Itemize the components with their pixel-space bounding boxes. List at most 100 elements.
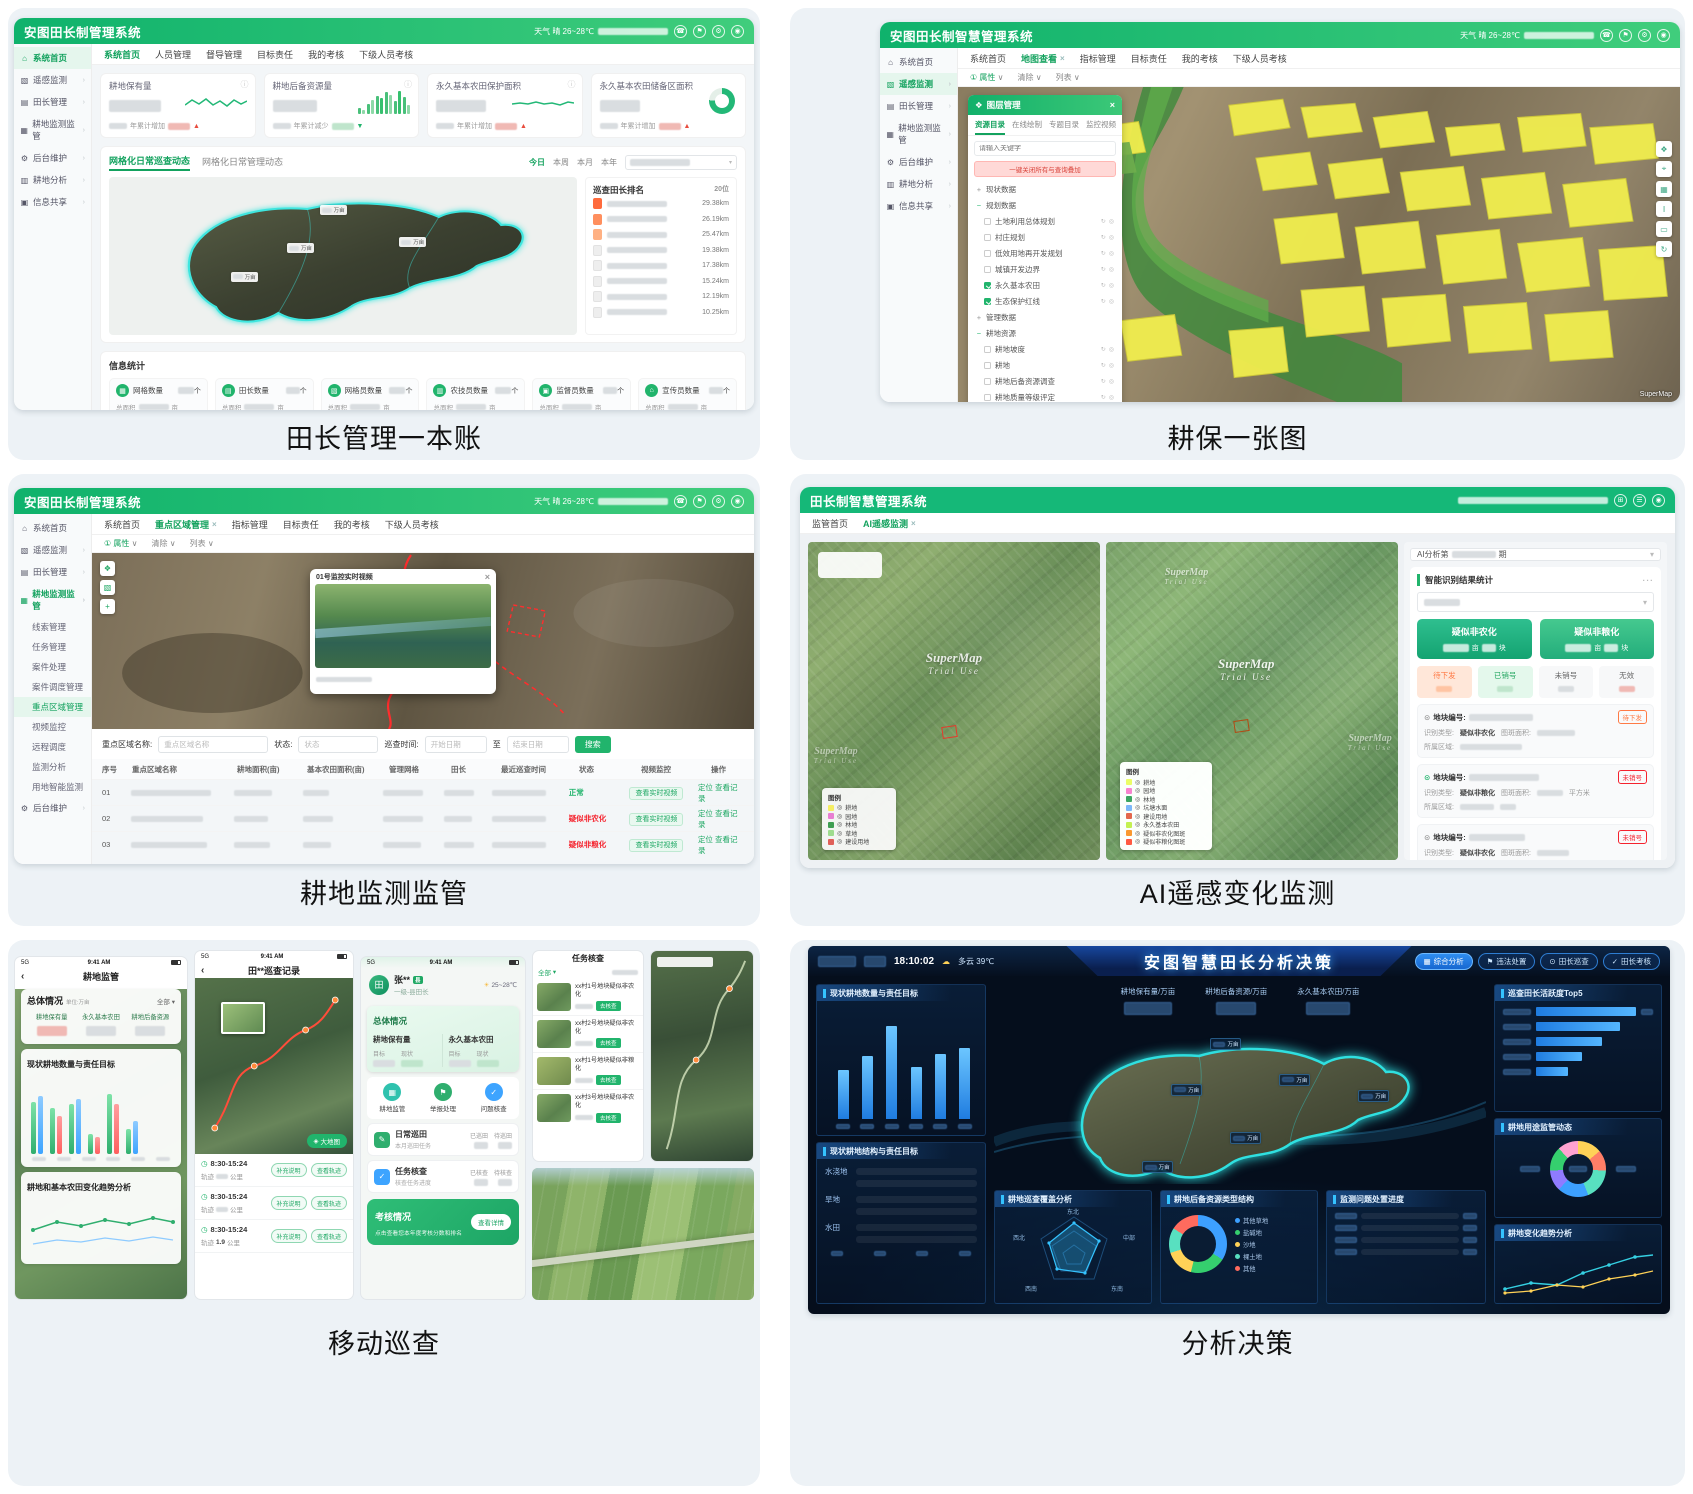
badge-open[interactable]: 未销号 — [1618, 830, 1648, 844]
sidebar-sub-dispatch[interactable]: 案件调度管理 — [14, 677, 91, 697]
sidebar-item-share[interactable]: ▣信息共享› — [880, 195, 957, 217]
ranking-row[interactable]: 19.38km — [593, 243, 729, 259]
feature-farmland-monitor[interactable]: ▦耕地监管 — [367, 1083, 418, 1113]
split-tool[interactable]: ▧ — [100, 580, 115, 595]
tab-myexam[interactable]: 我的考核 — [308, 48, 344, 61]
sidebar-item-admin[interactable]: ⚙后台维护› — [880, 151, 957, 173]
refresh-icon[interactable]: ↻ — [1101, 250, 1106, 257]
refresh-icon[interactable]: ↻ — [1101, 394, 1106, 401]
filter-year[interactable]: 本年 — [601, 157, 617, 168]
sidebar-item-remote[interactable]: ▧遥感监测› — [880, 73, 957, 95]
filter-today[interactable]: 今日 — [529, 157, 545, 168]
view-track-button[interactable]: 查看轨迹 — [311, 1163, 347, 1177]
sidebar-item-monitor[interactable]: ▦耕地监测监管› — [14, 583, 91, 617]
close-tab-icon[interactable]: × — [212, 520, 217, 529]
eye-icon[interactable]: ◎ — [1109, 378, 1114, 385]
eye-icon[interactable]: ◎ — [1109, 362, 1114, 369]
power-icon[interactable]: ◉ — [731, 25, 744, 38]
gear-icon[interactable]: ⚙ — [712, 25, 725, 38]
badge-pending[interactable]: 待下发 — [1618, 710, 1648, 724]
filter-week[interactable]: 本周 — [553, 157, 569, 168]
sidebar-sub-analysis[interactable]: 监测分析 — [14, 757, 91, 777]
note-button[interactable]: 补充说明 — [271, 1196, 307, 1210]
big-map-button[interactable]: ◈大地图 — [307, 1134, 348, 1148]
nav-comprehensive[interactable]: ▦综合分析 — [1415, 953, 1473, 970]
close-tab-icon[interactable]: × — [1060, 54, 1065, 63]
go-check-button[interactable]: 去核查 — [596, 1075, 621, 1085]
tree-group-arable[interactable]: −耕地资源 — [968, 325, 1122, 341]
legend-tool[interactable]: ▦ — [1656, 181, 1672, 197]
close-icon[interactable]: × — [1110, 100, 1115, 110]
tab-video[interactable]: 监控视频 — [1086, 119, 1116, 135]
parcel-item[interactable]: ⊙地块编号:待下发 识别类型:疑似非农化图斑面积: 所属区域: — [1417, 704, 1654, 758]
tab-myexam[interactable]: 我的考核 — [1182, 52, 1218, 65]
sidebar-item-admin[interactable]: ⚙后台维护› — [14, 147, 91, 169]
tab-monitor-home[interactable]: 监管首页 — [812, 517, 848, 530]
checkbox[interactable] — [984, 218, 991, 225]
eye-icon[interactable]: ◎ — [1109, 218, 1114, 225]
layer-item[interactable]: 生态保护红线↻◎ — [968, 293, 1122, 309]
bell-icon[interactable]: ⚑ — [693, 495, 706, 508]
layer-item[interactable]: 土地利用总体规划↻◎ — [968, 213, 1122, 229]
view-track-button[interactable]: 查看轨迹 — [311, 1196, 347, 1210]
feature-report-handle[interactable]: ⚑举报处理 — [418, 1083, 469, 1113]
measure-tool[interactable]: ⌖ — [1656, 161, 1672, 177]
ai-period-select[interactable]: AI分析第期▾ — [1410, 548, 1661, 561]
tab-myexam[interactable]: 我的考核 — [334, 518, 370, 531]
bell-icon[interactable]: ⚑ — [693, 25, 706, 38]
go-check-button[interactable]: 去核查 — [596, 1001, 621, 1011]
sidebar-item-monitor[interactable]: ▦耕地监测监管› — [14, 113, 91, 147]
refresh-icon[interactable]: ↻ — [1101, 378, 1106, 385]
locate-link[interactable]: 定位 — [698, 783, 713, 792]
assessment-card[interactable]: 考核情况点击查看您本年度考核分数和排名 查看详情 — [367, 1199, 519, 1245]
eye-icon[interactable]: ◎ — [1109, 234, 1114, 241]
more-icon[interactable]: ··· — [1643, 575, 1655, 585]
tab-home[interactable]: 系统首页 — [104, 48, 140, 61]
info-icon[interactable]: ⓘ — [241, 79, 249, 90]
sidebar-item-admin[interactable]: ⚙后台维护› — [14, 797, 91, 819]
attribute-tool[interactable]: ① 属性 ∨ — [104, 538, 138, 549]
tab-target[interactable]: 目标责任 — [283, 518, 319, 531]
go-check-button[interactable]: 去核查 — [596, 1038, 621, 1048]
checkbox[interactable] — [984, 266, 991, 273]
tab-key-regions[interactable]: 重点区域管理× — [155, 518, 217, 531]
sidebar-sub-remote-dispatch[interactable]: 远程调度 — [14, 737, 91, 757]
tab-home[interactable]: 系统首页 — [970, 52, 1006, 65]
chip-pending[interactable]: 待下发 — [1417, 666, 1472, 698]
tree-group-current[interactable]: +现状数据 — [968, 181, 1122, 197]
ranking-row[interactable]: 15.24km — [593, 274, 729, 290]
close-icon[interactable]: × — [485, 572, 490, 582]
sidebar-sub-key-regions[interactable]: 重点区域管理 — [14, 697, 91, 717]
back-icon[interactable]: ‹ — [201, 965, 211, 976]
power-icon[interactable]: ◉ — [1657, 29, 1670, 42]
refresh-icon[interactable]: ↻ — [1101, 298, 1106, 305]
satellite-after-image[interactable]: SuperMapTrial Use SuperMapTrial Use Supe… — [1106, 542, 1398, 860]
close-all-layers-button[interactable]: 一键关闭所有与查询叠加 — [974, 161, 1116, 177]
parcel-item[interactable]: ⊙地块编号:未销号 识别类型:疑似非粮化图斑面积:平方米 所属区域: — [1417, 764, 1654, 818]
sidebar-sub-tasks[interactable]: 任务管理 — [14, 637, 91, 657]
tree-group-planning[interactable]: −规划数据 — [968, 197, 1122, 213]
locate-link[interactable]: 定位 — [698, 835, 713, 844]
eye-icon[interactable]: ◎ — [1109, 282, 1114, 289]
view-live-video-button[interactable]: 查看实时视频 — [629, 787, 683, 800]
refresh-icon[interactable]: ↻ — [1101, 266, 1106, 273]
start-date-input[interactable] — [425, 736, 487, 753]
tab-home[interactable]: 系统首页 — [104, 518, 140, 531]
end-date-input[interactable] — [507, 736, 569, 753]
eye-icon[interactable]: ◎ — [1109, 298, 1114, 305]
chip-closed[interactable]: 已销号 — [1478, 666, 1533, 698]
eye-icon[interactable]: ◎ — [1109, 346, 1114, 353]
eye-icon[interactable]: ◎ — [1109, 250, 1114, 257]
region-map[interactable]: 万亩 万亩 万亩 万亩 — [109, 177, 577, 335]
nav-violation[interactable]: ⚑违法处置 — [1478, 953, 1536, 970]
view-live-video-button[interactable]: 查看实时视频 — [629, 813, 683, 826]
layers-tool[interactable]: ❖ — [100, 561, 115, 576]
clear-tool[interactable]: 清除 ∨ — [1018, 72, 1042, 83]
layer-search[interactable] — [974, 141, 1116, 156]
checkbox[interactable] — [984, 346, 991, 353]
sidebar-item-chiefs[interactable]: ▤田长管理› — [880, 95, 957, 117]
scope-select[interactable]: 全部 ▾ — [157, 996, 175, 1006]
status-select[interactable] — [298, 736, 378, 753]
ranking-row[interactable]: 17.38km — [593, 258, 729, 274]
live-video-frame[interactable] — [315, 584, 491, 668]
